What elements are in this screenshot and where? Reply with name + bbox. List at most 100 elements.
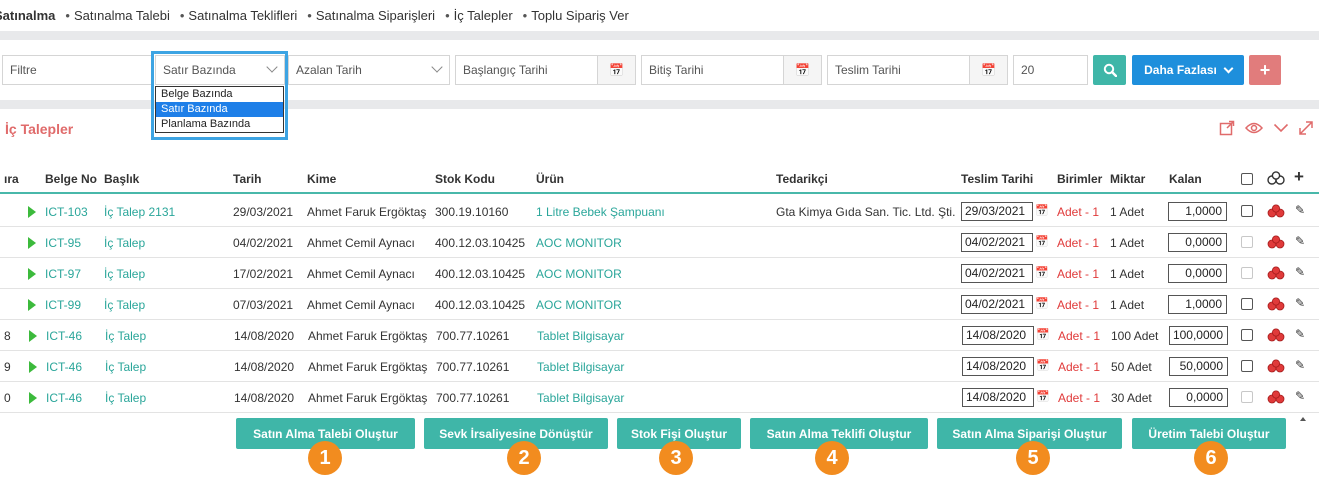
breadcrumb-item-ic-talepler[interactable]: İç Talepler xyxy=(454,8,513,23)
expand-row-icon[interactable] xyxy=(29,330,37,342)
balls-icon[interactable] xyxy=(1267,266,1285,280)
scroll-up-icon[interactable] xyxy=(1300,417,1306,421)
balls-icon[interactable] xyxy=(1267,297,1285,311)
breadcrumb-item-satinalma-talebi[interactable]: Satınalma Talebi xyxy=(74,8,170,23)
expand-icon[interactable] xyxy=(1299,121,1313,135)
breadcrumb-item-satinalma-teklifleri[interactable]: Satınalma Teklifleri xyxy=(188,8,297,23)
dropdown-option-belge[interactable]: Belge Bazında xyxy=(156,87,283,102)
expand-row-icon[interactable] xyxy=(28,206,36,218)
delivery-date-field[interactable]: 14/08/2020 xyxy=(962,357,1034,376)
cell-belge-no[interactable]: ICT-46 xyxy=(46,329,82,343)
export-icon[interactable] xyxy=(1219,120,1235,136)
remaining-quantity-field[interactable]: 100,0000 xyxy=(1169,326,1228,345)
dropdown-option-satir[interactable]: Satır Bazında xyxy=(156,102,283,117)
row-checkbox[interactable] xyxy=(1241,360,1253,372)
delivery-date-field[interactable]: 14/08/2020 xyxy=(962,326,1034,345)
table-row[interactable]: ICT-97 İç Talep 17/02/2021 Ahmet Cemil Ayna… xyxy=(0,258,1319,289)
col-teslim-tarihi[interactable]: Teslim Tarihi xyxy=(961,172,1033,186)
col-belge-no[interactable]: Belge No xyxy=(45,172,97,186)
calendar-icon[interactable]: 📅 xyxy=(969,56,1007,84)
table-row[interactable]: ICT-95 İç Talep 04/02/2021 Ahmet Cemil Ayna… xyxy=(0,227,1319,258)
remaining-quantity-field[interactable]: 0,0000 xyxy=(1168,233,1227,252)
col-baslik[interactable]: Başlık xyxy=(104,172,139,186)
row-checkbox[interactable] xyxy=(1241,205,1253,217)
cell-belge-no[interactable]: ICT-46 xyxy=(46,391,82,405)
cell-urun[interactable]: Tablet Bilgisayar xyxy=(537,391,624,405)
calendar-icon[interactable]: 📅 xyxy=(783,56,821,84)
more-button[interactable]: Daha Fazlası xyxy=(1132,55,1244,85)
expand-row-icon[interactable] xyxy=(29,392,37,404)
calendar-icon[interactable]: 📅 xyxy=(597,56,635,84)
delivery-date-field[interactable]: 04/02/2021 xyxy=(961,233,1033,252)
cell-belge-no[interactable]: ICT-97 xyxy=(45,267,81,281)
balls-icon[interactable] xyxy=(1267,235,1285,249)
start-date-input[interactable]: Başlangıç Tarihi 📅 xyxy=(455,55,636,85)
remaining-quantity-field[interactable]: 1,0000 xyxy=(1168,295,1227,314)
breadcrumb-item-satinalma[interactable]: Satınalma xyxy=(0,8,55,23)
cell-baslik[interactable]: İç Talep xyxy=(105,360,146,374)
edit-icon[interactable]: ✎ xyxy=(1295,234,1305,248)
edit-icon[interactable]: ✎ xyxy=(1295,203,1305,217)
cell-belge-no[interactable]: ICT-103 xyxy=(45,205,88,219)
cell-belge-no[interactable]: ICT-46 xyxy=(46,360,82,374)
remaining-quantity-field[interactable]: 1,0000 xyxy=(1168,202,1227,221)
search-button[interactable] xyxy=(1093,55,1126,85)
delivery-date-field[interactable]: 14/08/2020 xyxy=(962,388,1034,407)
row-checkbox[interactable] xyxy=(1241,329,1253,341)
cell-baslik[interactable]: İç Talep 2131 xyxy=(104,205,175,219)
col-miktar[interactable]: Miktar xyxy=(1110,172,1145,186)
col-sira[interactable]: ıra xyxy=(4,172,19,186)
calendar-icon[interactable]: 📅 xyxy=(1035,297,1049,310)
remaining-quantity-field[interactable]: 50,0000 xyxy=(1169,357,1228,376)
calendar-icon[interactable]: 📅 xyxy=(1036,390,1050,403)
chevron-down-icon[interactable] xyxy=(1273,122,1289,134)
cell-belge-no[interactable]: ICT-99 xyxy=(45,298,81,312)
expand-row-icon[interactable] xyxy=(28,268,36,280)
cell-baslik[interactable]: İç Talep xyxy=(104,298,145,312)
end-date-input[interactable]: Bitiş Tarihi 📅 xyxy=(641,55,822,85)
col-birimler[interactable]: Birimler xyxy=(1057,172,1102,186)
cell-urun[interactable]: AOC MONITOR xyxy=(536,298,622,312)
cell-baslik[interactable]: İç Talep xyxy=(105,391,146,405)
balls-icon[interactable] xyxy=(1267,390,1285,404)
edit-icon[interactable]: ✎ xyxy=(1295,265,1305,279)
cell-urun[interactable]: AOC MONITOR xyxy=(536,267,622,281)
edit-icon[interactable]: ✎ xyxy=(1295,327,1305,341)
col-kalan[interactable]: Kalan xyxy=(1169,172,1202,186)
table-row[interactable]: 0 ICT-46 İç Talep 14/08/2020 Ahmet Faruk Erg… xyxy=(0,382,1319,413)
edit-icon[interactable]: ✎ xyxy=(1295,296,1305,310)
calendar-icon[interactable]: 📅 xyxy=(1036,359,1050,372)
calendar-icon[interactable]: 📅 xyxy=(1035,204,1049,217)
remaining-quantity-field[interactable]: 0,0000 xyxy=(1168,264,1227,283)
select-all-checkbox[interactable] xyxy=(1241,173,1253,185)
col-urun[interactable]: Ürün xyxy=(536,172,564,186)
col-stok-kodu[interactable]: Stok Kodu xyxy=(435,172,495,186)
delivery-date-field[interactable]: 29/03/2021 xyxy=(961,202,1033,221)
balls-icon[interactable] xyxy=(1267,204,1285,218)
expand-row-icon[interactable] xyxy=(28,237,36,249)
table-row[interactable]: 9 ICT-46 İç Talep 14/08/2020 Ahmet Faruk Erg… xyxy=(0,351,1319,382)
add-row-icon[interactable]: + xyxy=(1294,167,1304,187)
col-kime[interactable]: Kime xyxy=(307,172,336,186)
row-checkbox[interactable] xyxy=(1241,298,1253,310)
cell-urun[interactable]: 1 Litre Bebek Şampuanı xyxy=(536,205,665,219)
cell-urun[interactable]: Tablet Bilgisayar xyxy=(537,329,624,343)
delivery-date-field[interactable]: 04/02/2021 xyxy=(961,295,1033,314)
delivery-date-field[interactable]: 04/02/2021 xyxy=(961,264,1033,283)
remaining-quantity-field[interactable]: 0,0000 xyxy=(1169,388,1228,407)
page-size-input[interactable]: 20 xyxy=(1013,55,1088,85)
expand-row-icon[interactable] xyxy=(29,361,37,373)
cell-baslik[interactable]: İç Talep xyxy=(105,329,146,343)
filter-input[interactable]: Filtre xyxy=(2,55,152,85)
eye-icon[interactable] xyxy=(1245,121,1263,135)
dropdown-option-planlama[interactable]: Planlama Bazında xyxy=(156,117,283,132)
col-tedarikci[interactable]: Tedarikçi xyxy=(776,172,828,186)
edit-icon[interactable]: ✎ xyxy=(1295,389,1305,403)
cell-belge-no[interactable]: ICT-95 xyxy=(45,236,81,250)
expand-row-icon[interactable] xyxy=(28,299,36,311)
calendar-icon[interactable]: 📅 xyxy=(1036,328,1050,341)
sort-select[interactable]: Azalan Tarih xyxy=(288,55,450,85)
balls-icon[interactable] xyxy=(1267,359,1285,373)
cell-baslik[interactable]: İç Talep xyxy=(104,267,145,281)
breadcrumb-item-satinalma-siparisleri[interactable]: Satınalma Siparişleri xyxy=(316,8,435,23)
